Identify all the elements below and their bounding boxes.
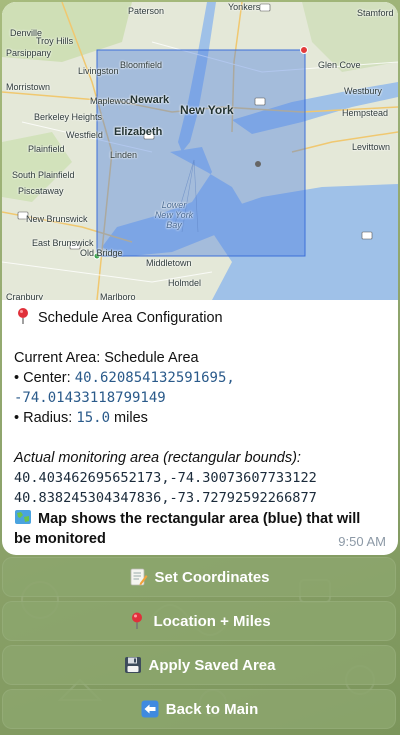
bot-message-bubble: Paterson Yonkers Stamford Denville Troy … bbox=[2, 2, 398, 555]
memo-icon bbox=[131, 568, 148, 586]
map-label-plainfield: Plainfield bbox=[28, 144, 65, 154]
map-label-lower-bay: Lower New York Bay bbox=[154, 200, 194, 230]
back-to-main-button[interactable]: Back to Main bbox=[2, 689, 396, 729]
map-label-morristown: Morristown bbox=[6, 82, 51, 92]
radius-label: • Radius: bbox=[14, 410, 77, 426]
map-label-middletown: Middletown bbox=[146, 258, 192, 268]
map-label-hempstead: Hempstead bbox=[342, 108, 389, 118]
map-label-stamford: Stamford bbox=[357, 8, 394, 18]
current-area-line: Current Area: Schedule Area bbox=[14, 350, 199, 366]
location-miles-label: Location + Miles bbox=[153, 612, 271, 630]
center-label: • Center: bbox=[14, 370, 75, 386]
map-label-bloomfield: Bloomfield bbox=[120, 60, 163, 70]
back-arrow-icon bbox=[141, 700, 159, 718]
center-latitude[interactable]: 40.620854132591695, bbox=[75, 370, 235, 386]
map-label-livingston: Livingston bbox=[78, 66, 119, 76]
message-text: Schedule Area Configuration Current Area… bbox=[14, 307, 388, 549]
map-label-westbury: Westbury bbox=[344, 86, 382, 96]
ne-corner-marker bbox=[300, 46, 308, 54]
map-label-newark: Newark bbox=[130, 94, 170, 106]
map-label-glen-cove: Glen Cove bbox=[318, 60, 361, 70]
bounds-southwest[interactable]: 40.403462695652173,-74.30073607733122 bbox=[14, 468, 388, 488]
radius-unit: miles bbox=[110, 410, 148, 426]
map-label-east-brunswick: East Brunswick bbox=[32, 238, 94, 248]
center-longitude[interactable]: -74.01433118799149 bbox=[14, 390, 166, 406]
map-label-south-plainfield: South Plainfield bbox=[12, 170, 75, 180]
world-map-icon bbox=[15, 510, 31, 524]
message-timestamp: 9:50 AM bbox=[338, 534, 386, 549]
location-miles-button[interactable]: Location + Miles bbox=[2, 601, 396, 641]
floppy-disk-icon bbox=[124, 657, 141, 673]
center-longitude-line: -74.01433118799149 bbox=[14, 388, 388, 408]
map-note-text-1: Map shows the rectangular area (blue) th… bbox=[38, 511, 361, 527]
map-label-westfield: Westfield bbox=[66, 130, 103, 140]
apply-saved-area-label: Apply Saved Area bbox=[148, 656, 276, 674]
airport-icon bbox=[255, 161, 261, 167]
map-label-troy-hills: Troy Hills bbox=[36, 36, 74, 46]
center-line: • Center: 40.620854132591695, bbox=[14, 368, 388, 388]
radius-line: • Radius: 15.0 miles bbox=[14, 408, 388, 428]
map-label-parsippany: Parsippany bbox=[6, 48, 52, 58]
apply-saved-area-button[interactable]: Apply Saved Area bbox=[2, 645, 396, 685]
bounds-northeast[interactable]: 40.838245304347836,-73.72792592266877 bbox=[14, 488, 388, 508]
map-label-cranbury: Cranbury bbox=[6, 292, 44, 300]
bounds-heading: Actual monitoring area (rectangular boun… bbox=[14, 450, 301, 466]
map-label-yonkers: Yonkers bbox=[228, 2, 261, 12]
map-label-old-bridge: Old Bridge bbox=[80, 248, 123, 258]
map-label-berkeley-heights: Berkeley Heights bbox=[34, 112, 103, 122]
map-label-new-brunswick: New Brunswick bbox=[26, 214, 88, 224]
round-pushpin-icon bbox=[18, 308, 28, 324]
map-label-holmdel: Holmdel bbox=[168, 278, 202, 288]
map-label-elizabeth: Elizabeth bbox=[114, 126, 163, 138]
map-label-marlboro: Marlboro bbox=[100, 292, 136, 300]
map-label-new-york: New York bbox=[180, 103, 234, 117]
round-pushpin-icon bbox=[132, 612, 143, 629]
map-note-line-1: Map shows the rectangular area (blue) th… bbox=[14, 508, 388, 529]
map-note-line-2: be monitored bbox=[14, 531, 106, 547]
message-title-row: Schedule Area Configuration bbox=[14, 307, 388, 328]
map-label-levittown: Levittown bbox=[352, 142, 391, 152]
map-image[interactable]: Paterson Yonkers Stamford Denville Troy … bbox=[2, 2, 398, 300]
radius-value[interactable]: 15.0 bbox=[76, 410, 110, 426]
message-title: Schedule Area Configuration bbox=[38, 310, 223, 326]
back-to-main-label: Back to Main bbox=[165, 700, 259, 718]
set-coordinates-button[interactable]: Set Coordinates bbox=[2, 557, 396, 597]
map-label-linden: Linden bbox=[110, 150, 138, 160]
set-coordinates-label: Set Coordinates bbox=[154, 568, 270, 586]
map-label-piscataway: Piscataway bbox=[18, 186, 64, 196]
map-label-paterson: Paterson bbox=[128, 6, 165, 16]
